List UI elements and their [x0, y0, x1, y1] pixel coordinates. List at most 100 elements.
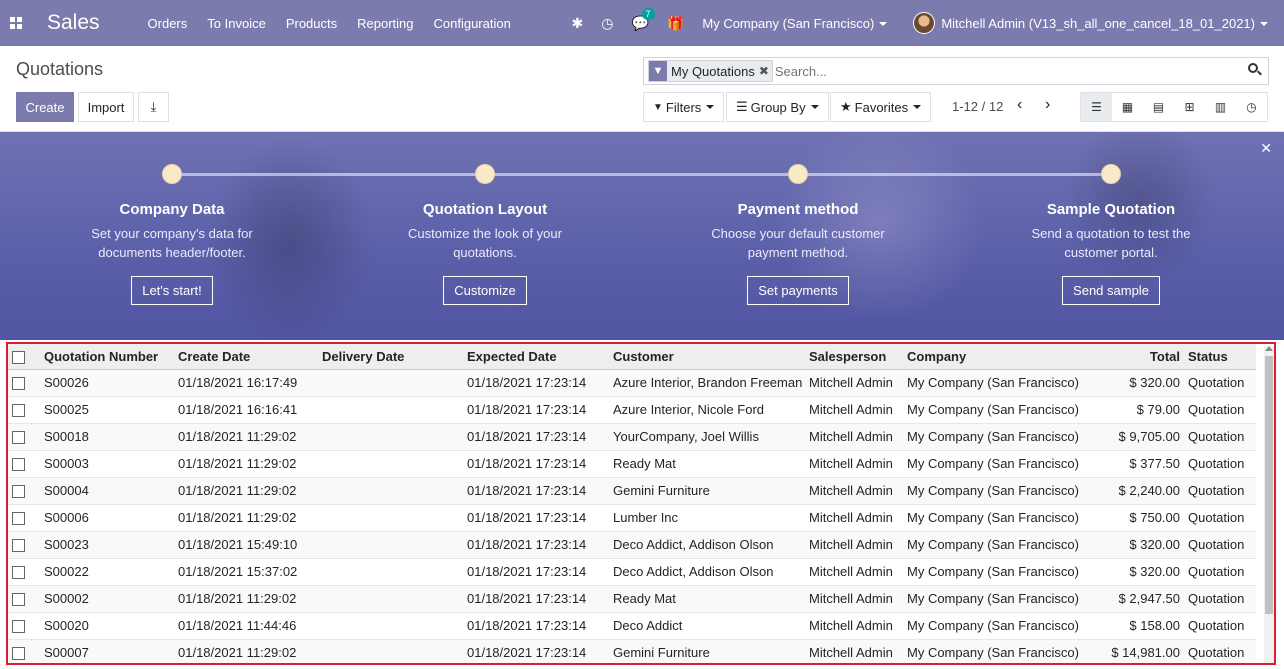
lets-start-button[interactable]: Let's start!: [131, 276, 213, 305]
cell-total: $ 320.00: [1079, 557, 1184, 585]
facet-close-icon[interactable]: ✖: [759, 64, 772, 78]
download-button[interactable]: ⤓: [138, 92, 169, 122]
table-row[interactable]: S00026 01/18/2021 16:17:49 01/18/2021 17:2…: [8, 368, 1256, 396]
column-header-company[interactable]: Company: [903, 344, 1079, 370]
select-all-checkbox[interactable]: [8, 344, 40, 370]
cell-company: My Company (San Francisco): [903, 503, 1079, 531]
calendar-view-icon[interactable]: ▤: [1143, 93, 1174, 121]
user-menu[interactable]: Mitchell Admin (V13_sh_all_one_cancel_18…: [941, 16, 1268, 31]
column-header-expected-date[interactable]: Expected Date: [463, 344, 609, 370]
menu-configuration[interactable]: Configuration: [434, 16, 511, 31]
row-checkbox[interactable]: [8, 422, 40, 450]
column-header-status[interactable]: Status: [1184, 344, 1250, 370]
debug-bug-icon[interactable]: ✱: [572, 15, 584, 32]
row-checkbox[interactable]: [8, 530, 40, 558]
column-header-total[interactable]: Total: [1079, 344, 1184, 370]
menu-reporting[interactable]: Reporting: [357, 16, 413, 31]
pivot-view-icon[interactable]: ⊞: [1174, 93, 1205, 121]
cell-total: $ 158.00: [1079, 611, 1184, 639]
cell-status: Quotation: [1184, 476, 1250, 504]
cell-quotation-number: S00007: [40, 638, 174, 663]
messages-icon[interactable]: 💬 7: [632, 7, 655, 32]
row-checkbox[interactable]: [8, 611, 40, 639]
search-icon[interactable]: [1248, 63, 1262, 77]
column-header-salesperson[interactable]: Salesperson: [805, 344, 903, 370]
table-row[interactable]: S00023 01/18/2021 15:49:10 01/18/2021 17:2…: [8, 530, 1256, 558]
table-row[interactable]: S00006 01/18/2021 11:29:02 01/18/2021 17:2…: [8, 503, 1256, 531]
step-description: Set your company's data for documents he…: [91, 226, 253, 260]
row-checkbox[interactable]: [8, 368, 40, 396]
scroll-thumb[interactable]: [1265, 356, 1273, 614]
menu-to-invoice[interactable]: To Invoice: [207, 16, 266, 31]
app-name[interactable]: Sales: [47, 11, 100, 35]
scroll-up-icon[interactable]: [1265, 346, 1273, 351]
cell-create-date: 01/18/2021 11:29:02: [174, 584, 318, 612]
onboarding-step-company-data: Company Data Set your company's data for…: [52, 162, 292, 305]
apps-menu-icon[interactable]: [0, 0, 32, 46]
onboarding-progress-line: [172, 173, 1112, 176]
row-checkbox[interactable]: [8, 503, 40, 531]
menu-orders[interactable]: Orders: [148, 16, 188, 31]
chevron-down-icon: [1260, 22, 1268, 27]
table-row[interactable]: S00020 01/18/2021 11:44:46 01/18/2021 17:2…: [8, 611, 1256, 639]
row-filler: [1250, 503, 1256, 531]
row-checkbox[interactable]: [8, 584, 40, 612]
search-input[interactable]: [774, 60, 1235, 82]
send-sample-button[interactable]: Send sample: [1062, 276, 1160, 305]
favorites-dropdown[interactable]: ★ Favorites: [830, 92, 932, 122]
customize-button[interactable]: Customize: [443, 276, 527, 305]
table-row[interactable]: S00025 01/18/2021 16:16:41 01/18/2021 17:2…: [8, 395, 1256, 423]
column-header-create-date[interactable]: Create Date: [174, 344, 318, 370]
avatar[interactable]: [913, 12, 936, 34]
column-header-quotation-number[interactable]: Quotation Number: [40, 344, 174, 370]
cell-quotation-number: S00004: [40, 476, 174, 504]
view-switcher: ☰ ▦ ▤ ⊞ ▥ ◷: [1080, 92, 1268, 122]
cell-status: Quotation: [1184, 395, 1250, 423]
table-row[interactable]: S00003 01/18/2021 11:29:02 01/18/2021 17:2…: [8, 449, 1256, 477]
close-icon[interactable]: ✕: [1260, 140, 1272, 157]
set-payments-button[interactable]: Set payments: [747, 276, 849, 305]
column-header-customer[interactable]: Customer: [609, 344, 805, 370]
cell-total: $ 320.00: [1079, 530, 1184, 558]
user-name: Mitchell Admin (V13_sh_all_one_cancel_18…: [941, 15, 1255, 31]
cell-company: My Company (San Francisco): [903, 530, 1079, 558]
filter-icon: ▼: [649, 61, 667, 81]
row-checkbox[interactable]: [8, 395, 40, 423]
cell-expected-date: 01/18/2021 17:23:14: [463, 395, 609, 423]
kanban-view-icon[interactable]: ▦: [1112, 93, 1143, 121]
activity-clock-icon[interactable]: ◷: [601, 15, 613, 32]
filters-dropdown[interactable]: ▼ Filters: [643, 92, 725, 122]
groupby-dropdown[interactable]: ☰ Group By: [726, 92, 829, 122]
list-scrollbar[interactable]: [1264, 346, 1274, 663]
column-header-delivery-date[interactable]: Delivery Date: [318, 344, 463, 370]
company-switcher[interactable]: My Company (San Francisco): [702, 16, 888, 31]
row-filler: [1250, 368, 1256, 396]
create-button[interactable]: Create: [16, 92, 74, 122]
table-row[interactable]: S00002 01/18/2021 11:29:02 01/18/2021 17:2…: [8, 584, 1256, 612]
row-checkbox[interactable]: [8, 476, 40, 504]
menu-products[interactable]: Products: [286, 16, 337, 31]
row-checkbox[interactable]: [8, 557, 40, 585]
gift-icon[interactable]: 🎁: [667, 15, 684, 32]
list-view-icon[interactable]: ☰: [1081, 93, 1112, 121]
cell-customer: Deco Addict, Addison Olson: [609, 557, 805, 585]
pager-next-icon[interactable]: ›: [1045, 96, 1050, 114]
pager-previous-icon[interactable]: ‹: [1017, 96, 1022, 114]
activity-view-icon[interactable]: ◷: [1236, 93, 1267, 121]
messages-count-badge: 7: [641, 7, 655, 20]
pager-value[interactable]: 1-12 / 12: [952, 99, 1003, 114]
row-checkbox[interactable]: [8, 449, 40, 477]
table-row[interactable]: S00022 01/18/2021 15:37:02 01/18/2021 17:2…: [8, 557, 1256, 585]
cell-create-date: 01/18/2021 11:29:02: [174, 476, 318, 504]
import-button[interactable]: Import: [78, 92, 134, 122]
cell-customer: Azure Interior, Brandon Freeman: [609, 368, 805, 396]
table-row[interactable]: S00007 01/18/2021 11:29:02 01/18/2021 17:2…: [8, 638, 1256, 663]
optional-columns-icon[interactable]: ⋮: [1250, 344, 1256, 370]
graph-view-icon[interactable]: ▥: [1205, 93, 1236, 121]
table-row[interactable]: S00004 01/18/2021 11:29:02 01/18/2021 17:2…: [8, 476, 1256, 504]
download-icon: ⤓: [150, 99, 157, 114]
cell-customer: Lumber Inc: [609, 503, 805, 531]
chevron-down-icon: [810, 105, 819, 109]
row-checkbox[interactable]: [8, 638, 40, 663]
table-row[interactable]: S00018 01/18/2021 11:29:02 01/18/2021 17:2…: [8, 422, 1256, 450]
